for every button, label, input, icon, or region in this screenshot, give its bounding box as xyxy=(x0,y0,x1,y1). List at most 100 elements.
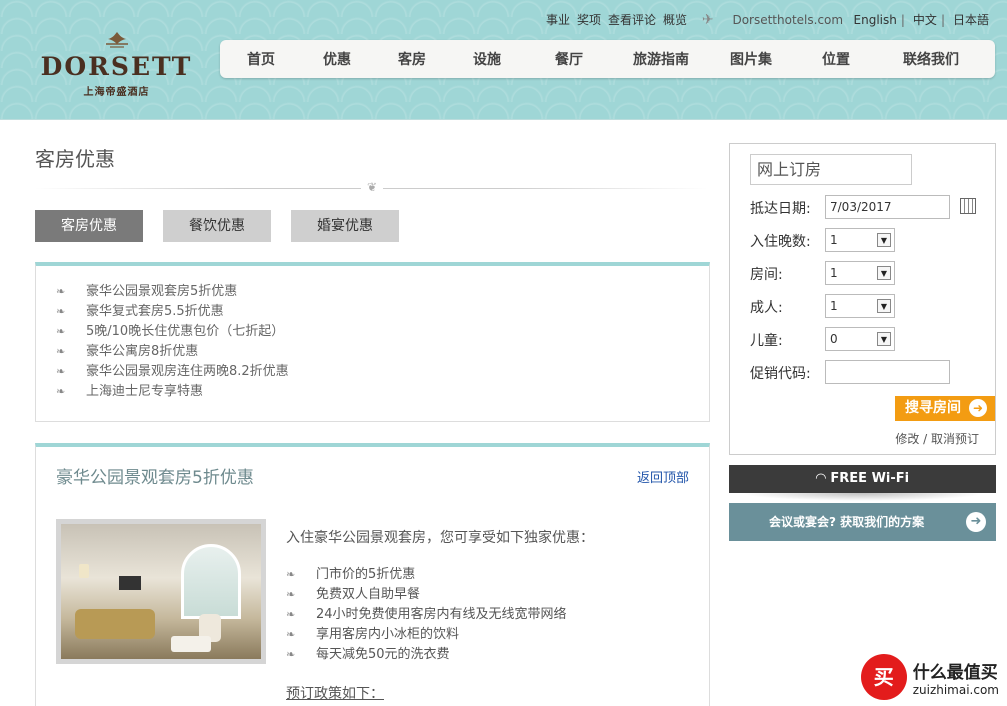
offer-label[interactable]: 5晚/10晚长住优惠包价（七折起） xyxy=(86,322,284,342)
hotel-logo[interactable]: DORSETT 上海帝盛酒店 xyxy=(34,30,199,98)
calendar-icon[interactable] xyxy=(960,198,976,214)
tab-dining-offers[interactable]: 餐饮优惠 xyxy=(163,210,271,242)
ornament-icon: ❦ xyxy=(361,180,384,194)
wifi-label: FREE Wi-Fi xyxy=(830,471,910,486)
lang-japanese[interactable]: 日本語 xyxy=(953,13,989,27)
photo-table xyxy=(171,636,211,652)
list-item[interactable]: ❧ 5晚/10晚长住优惠包价（七折起） xyxy=(56,322,689,342)
brand-subtitle: 上海帝盛酒店 xyxy=(83,87,150,98)
booking-widget: 网上订房 抵达日期: 7/03/2017 入住晚数: 1 ▼ 房间: 1 ▼ 成人:… xyxy=(729,143,996,455)
list-item: ❧ 每天减免50元的洗衣费 xyxy=(286,645,567,665)
tab-room-offers[interactable]: 客房优惠 xyxy=(35,210,143,242)
plane-icon: ✈ xyxy=(701,12,714,28)
nav-rooms[interactable]: 客房 xyxy=(372,49,452,69)
leaf-icon: ❧ xyxy=(286,608,296,621)
meeting-banner[interactable]: 会议或宴会? 获取我们的方案 ➜ xyxy=(729,503,996,541)
leaf-icon: ❧ xyxy=(56,285,66,298)
offer-label[interactable]: 豪华复式套房5.5折优惠 xyxy=(86,302,224,322)
watermark-title: 什么最值买 xyxy=(912,662,998,683)
children-label: 儿童: xyxy=(750,333,783,349)
leaf-icon: ❧ xyxy=(56,305,66,318)
chevron-down-icon: ▼ xyxy=(877,233,891,247)
arrival-date-field[interactable]: 7/03/2017 xyxy=(825,195,950,219)
list-item: ❧ 享用客房内小冰柜的饮料 xyxy=(286,625,567,645)
banner-shadow xyxy=(740,493,985,501)
nav-offers[interactable]: 优惠 xyxy=(302,49,372,69)
policy-title: 预订政策如下： xyxy=(286,686,384,702)
lang-chinese[interactable]: 中文 xyxy=(913,13,937,27)
leaf-icon: ❧ xyxy=(56,345,66,358)
search-rooms-label: 搜寻房间 xyxy=(905,400,961,416)
promo-code-field[interactable] xyxy=(825,360,950,384)
promo-label: 促销代码: xyxy=(750,366,811,382)
chevron-down-icon: ▼ xyxy=(877,266,891,280)
watermark-badge: 买 xyxy=(860,654,907,700)
list-item[interactable]: ❧ 豪华公园景观房连住两晚8.2折优惠 xyxy=(56,362,689,382)
rooms-select[interactable]: 1 ▼ xyxy=(825,261,895,285)
leaf-icon: ❧ xyxy=(286,648,296,661)
arrow-right-icon: ➜ xyxy=(966,512,986,532)
offer-list-box: ❧ 豪华公园景观套房5折优惠 ❧ 豪华复式套房5.5折优惠 ❧ 5晚/10晚长住优惠包… xyxy=(35,262,710,422)
offer-detail-title: 豪华公园景观套房5折优惠 xyxy=(56,468,254,488)
watermark-text-group: 什么最值买 zuizhimai.com xyxy=(913,658,999,697)
offer-label[interactable]: 豪华公寓房8折优惠 xyxy=(86,342,198,362)
leaf-icon: ❧ xyxy=(56,385,66,398)
list-item[interactable]: ❧ 豪华公园景观套房5折优惠 xyxy=(56,282,689,302)
adults-value: 1 xyxy=(830,299,838,313)
tab-wedding-offers[interactable]: 婚宴优惠 xyxy=(291,210,399,242)
toplink-business[interactable]: 事业 xyxy=(546,13,570,27)
list-item[interactable]: ❧ 上海迪士尼专享特惠 xyxy=(56,382,689,402)
language-switcher: English | 中文 | 日本語 xyxy=(850,11,989,28)
list-item[interactable]: ❧ 豪华复式套房5.5折优惠 xyxy=(56,302,689,322)
offer-label[interactable]: 豪华公园景观房连住两晚8.2折优惠 xyxy=(86,362,289,382)
nav-facilities[interactable]: 设施 xyxy=(452,49,522,69)
leaf-icon: ❧ xyxy=(286,628,296,641)
nav-home[interactable]: 首页 xyxy=(220,49,302,69)
nav-location[interactable]: 位置 xyxy=(796,49,876,69)
nav-dining[interactable]: 餐厅 xyxy=(522,49,616,69)
chevron-down-icon: ▼ xyxy=(877,332,891,346)
offer-list: ❧ 豪华公园景观套房5折优惠 ❧ 豪华复式套房5.5折优惠 ❧ 5晚/10晚长住优惠包… xyxy=(56,282,689,402)
nav-contact[interactable]: 联络我们 xyxy=(876,49,986,69)
booking-title: 网上订房 xyxy=(750,154,912,185)
leaf-icon: ❧ xyxy=(56,325,66,338)
toplink-site[interactable]: Dorsetthotels.com xyxy=(732,13,843,27)
list-item[interactable]: ❧ 豪华公寓房8折优惠 xyxy=(56,342,689,362)
benefit-text: 享用客房内小冰柜的饮料 xyxy=(316,627,460,642)
crest-icon xyxy=(105,32,128,48)
main-nav: 首页 优惠 客房 设施 餐厅 旅游指南 图片集 位置 联络我们 xyxy=(220,40,995,78)
nav-travel-guide[interactable]: 旅游指南 xyxy=(616,49,706,69)
page-title: 客房优惠 xyxy=(35,147,115,171)
lang-english[interactable]: English xyxy=(854,13,897,27)
nights-label: 入住晚数: xyxy=(750,234,811,250)
offer-detail: 豪华公园景观套房5折优惠 返回顶部 入住豪华公园景观套房，您可享受如下独家优惠：… xyxy=(35,443,710,706)
meeting-label: 会议或宴会? 获取我们的方案 xyxy=(769,515,925,529)
search-rooms-button[interactable]: 搜寻房间 ➜ xyxy=(895,396,995,421)
back-to-top-link[interactable]: 返回顶部 xyxy=(637,467,689,486)
arrival-label: 抵达日期: xyxy=(750,201,811,217)
toplink-awards[interactable]: 奖项 xyxy=(577,13,601,27)
benefit-list: ❧ 门市价的5折优惠 ❧ 免费双人自助早餐 ❧ 24小时免费使用客房内有线及无线宽带网… xyxy=(286,565,567,665)
suite-photo xyxy=(56,519,266,664)
benefit-text: 24小时免费使用客房内有线及无线宽带网络 xyxy=(316,607,567,622)
offer-intro: 入住豪华公园景观套房，您可享受如下独家优惠： xyxy=(286,530,594,546)
leaf-icon: ❧ xyxy=(286,568,296,581)
children-select[interactable]: 0 ▼ xyxy=(825,327,895,351)
modify-cancel-link[interactable]: 修改 / 取消预订 xyxy=(895,430,979,447)
nav-gallery[interactable]: 图片集 xyxy=(706,49,796,69)
watermark: 买 什么最值买 zuizhimai.com xyxy=(860,654,999,700)
brand-name: DORSETT xyxy=(40,52,193,81)
photo-lamp xyxy=(79,564,89,578)
wifi-icon: ◠ xyxy=(815,471,831,486)
offer-label[interactable]: 豪华公园景观套房5折优惠 xyxy=(86,282,237,302)
adults-label: 成人: xyxy=(750,300,783,316)
free-wifi-banner[interactable]: ◠ FREE Wi-Fi xyxy=(729,465,996,493)
suite-photo-image xyxy=(61,524,261,659)
watermark-url: zuizhimai.com xyxy=(912,682,999,697)
offer-label[interactable]: 上海迪士尼专享特惠 xyxy=(86,382,203,402)
adults-select[interactable]: 1 ▼ xyxy=(825,294,895,318)
nights-select[interactable]: 1 ▼ xyxy=(825,228,895,252)
benefit-text: 免费双人自助早餐 xyxy=(316,587,421,602)
toplink-overview[interactable]: 概览 xyxy=(663,13,687,27)
toplink-reviews[interactable]: 查看评论 xyxy=(608,13,656,27)
